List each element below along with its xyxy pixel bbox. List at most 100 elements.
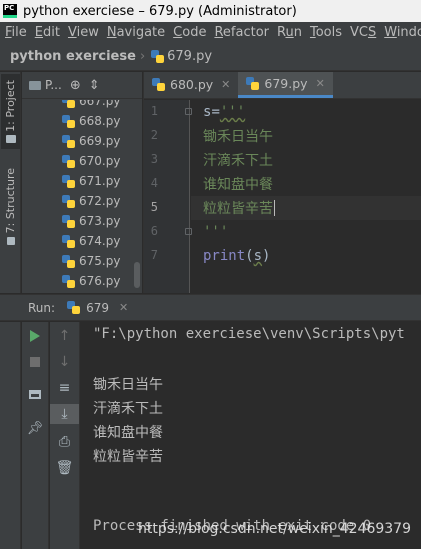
- menu-item-code[interactable]: Code: [170, 25, 209, 40]
- down-stack-button[interactable]: ↓: [50, 352, 79, 372]
- console-output-line: 谁知盘中餐: [93, 425, 163, 441]
- file-name: 670.py: [79, 154, 121, 168]
- soft-wrap-button[interactable]: ≡: [50, 378, 79, 398]
- project-panel: P... ⊕ ⇕ 667.py 668.py 669.py 670.py 671.py 6…: [22, 72, 142, 293]
- python-file-icon: [62, 154, 75, 168]
- project-scrollbar[interactable]: [134, 262, 140, 288]
- project-file-item[interactable]: 669.py: [22, 131, 134, 151]
- project-file-item[interactable]: 674.py: [22, 231, 134, 251]
- project-tool-tab[interactable]: 1: Project: [1, 74, 20, 149]
- menu-item-file[interactable]: File: [2, 25, 30, 40]
- tab-label: 680.py: [170, 77, 214, 92]
- run-toolbar-secondary: ↑ ↓ ≡ ⤓ ⎙ 🗑︎: [50, 322, 80, 549]
- project-file-item[interactable]: 668.py: [22, 111, 134, 131]
- python-file-icon: [152, 78, 165, 91]
- breadcrumb-separator-icon: ›: [139, 49, 146, 64]
- structure-tool-tab[interactable]: 7: Structure: [1, 164, 20, 249]
- line-number-gutter: 1 2 3 4 5 6 7: [144, 100, 192, 293]
- python-file-icon: [151, 50, 165, 63]
- menu-text: dit: [43, 25, 60, 40]
- line-number-current: 5: [150, 200, 158, 214]
- line-number: 4: [150, 176, 158, 190]
- pin-icon: 📌︎: [26, 420, 44, 436]
- close-icon[interactable]: ✕: [316, 77, 325, 90]
- string-token: ''': [219, 104, 246, 120]
- project-file-item[interactable]: 671.py: [22, 171, 134, 191]
- project-file-item[interactable]: 667.py: [22, 100, 134, 111]
- trash-icon: 🗑︎: [55, 460, 74, 476]
- project-file-item[interactable]: 670.py: [22, 151, 134, 171]
- breadcrumb-project[interactable]: python exerciese: [10, 49, 136, 64]
- menu-item-windo[interactable]: Windo: [381, 25, 421, 40]
- builtin-function-token: print: [203, 248, 246, 264]
- run-console[interactable]: "F:\python exerciese\venv\Scripts\pyt 锄禾…: [81, 322, 421, 549]
- menu-item-refactor[interactable]: Refactor: [211, 25, 272, 40]
- file-name: 671.py: [79, 174, 121, 188]
- menu-text: iew: [76, 25, 99, 40]
- code-line-6: ''': [203, 220, 228, 244]
- menu-item-view[interactable]: View: [65, 25, 102, 40]
- restore-layout-button[interactable]: [22, 384, 48, 404]
- up-stack-button[interactable]: ↑: [50, 326, 79, 346]
- project-file-item[interactable]: 677.py: [22, 291, 134, 293]
- menu-text: efactor: [222, 25, 269, 40]
- menu-mnemonic: N: [106, 25, 117, 40]
- file-name: 675.py: [79, 254, 121, 268]
- run-config-tab[interactable]: 679 ✕: [67, 301, 128, 315]
- file-name: 667.py: [79, 100, 121, 108]
- run-toolbar-primary: 📌︎: [22, 322, 49, 549]
- breadcrumb-file[interactable]: 679.py: [167, 49, 212, 64]
- menu-item-edit[interactable]: Edit: [32, 25, 63, 40]
- code-area[interactable]: s = ''' 锄禾日当午 汗滴禾下土 谁知盘中餐 粒粒皆辛苦 ''' print…: [191, 100, 421, 293]
- clear-all-button[interactable]: 🗑︎: [50, 458, 79, 478]
- editor-tab-bar: 680.py ✕ 679.py ✕: [144, 72, 421, 99]
- editor-tab-680-py[interactable]: 680.py ✕: [144, 72, 238, 98]
- menu-mnemonic: S: [367, 25, 377, 40]
- close-icon[interactable]: ✕: [119, 301, 128, 314]
- menu-item-run[interactable]: Run: [274, 25, 305, 40]
- python-file-icon: [62, 254, 75, 268]
- project-folder-icon: [29, 80, 41, 90]
- locate-target-icon[interactable]: ⊕: [70, 78, 81, 93]
- python-file-icon: [62, 214, 75, 228]
- stop-button[interactable]: [22, 352, 48, 372]
- menu-text: ools: [315, 25, 342, 40]
- text-caret: [274, 200, 275, 216]
- menu-mnemonic: C: [173, 25, 183, 40]
- scroll-to-end-button[interactable]: ⤓: [50, 404, 79, 424]
- string-token: 锄禾日当午: [203, 129, 273, 145]
- code-line-3: 汗滴禾下土: [203, 148, 273, 172]
- play-icon: [30, 330, 40, 342]
- arrow-down-icon: ↓: [58, 354, 71, 370]
- folder-icon: [5, 135, 16, 144]
- tab-label: 679.py: [264, 75, 308, 91]
- python-file-icon: [62, 234, 75, 248]
- menu-bar: File Edit View Navigate Code Refactor Run Tools…: [0, 22, 421, 43]
- collapse-all-icon[interactable]: ⇕: [89, 78, 100, 93]
- menu-item-vcs[interactable]: VCS: [347, 25, 379, 40]
- file-name: 669.py: [79, 134, 121, 148]
- print-button[interactable]: ⎙: [50, 432, 79, 452]
- pin-tab-button[interactable]: 📌︎: [22, 418, 48, 438]
- project-file-item[interactable]: 676.py: [22, 271, 134, 291]
- project-view-selector[interactable]: P...: [45, 78, 62, 92]
- menu-text: indo: [396, 25, 421, 40]
- menu-text: ile: [11, 25, 27, 40]
- operator-token: =: [211, 104, 220, 120]
- left-tool-stripe-bottom: [0, 322, 21, 549]
- menu-mnemonic: W: [384, 25, 397, 40]
- project-file-item[interactable]: 675.py: [22, 251, 134, 271]
- menu-item-navigate[interactable]: Navigate: [104, 25, 168, 40]
- close-icon[interactable]: ✕: [221, 78, 230, 91]
- line-number: 7: [150, 248, 158, 262]
- project-file-item[interactable]: 673.py: [22, 211, 134, 231]
- menu-item-tools[interactable]: Tools: [307, 25, 345, 40]
- menu-mnemonic: E: [34, 25, 43, 40]
- project-file-item[interactable]: 672.py: [22, 191, 134, 211]
- code-line-5: 粒粒皆辛苦: [203, 196, 275, 220]
- variable-token: s: [203, 104, 212, 120]
- python-file-icon: [62, 134, 75, 148]
- rerun-button[interactable]: [22, 326, 48, 346]
- editor-tab-679-py[interactable]: 679.py ✕: [238, 72, 333, 98]
- python-file-icon: [246, 76, 260, 90]
